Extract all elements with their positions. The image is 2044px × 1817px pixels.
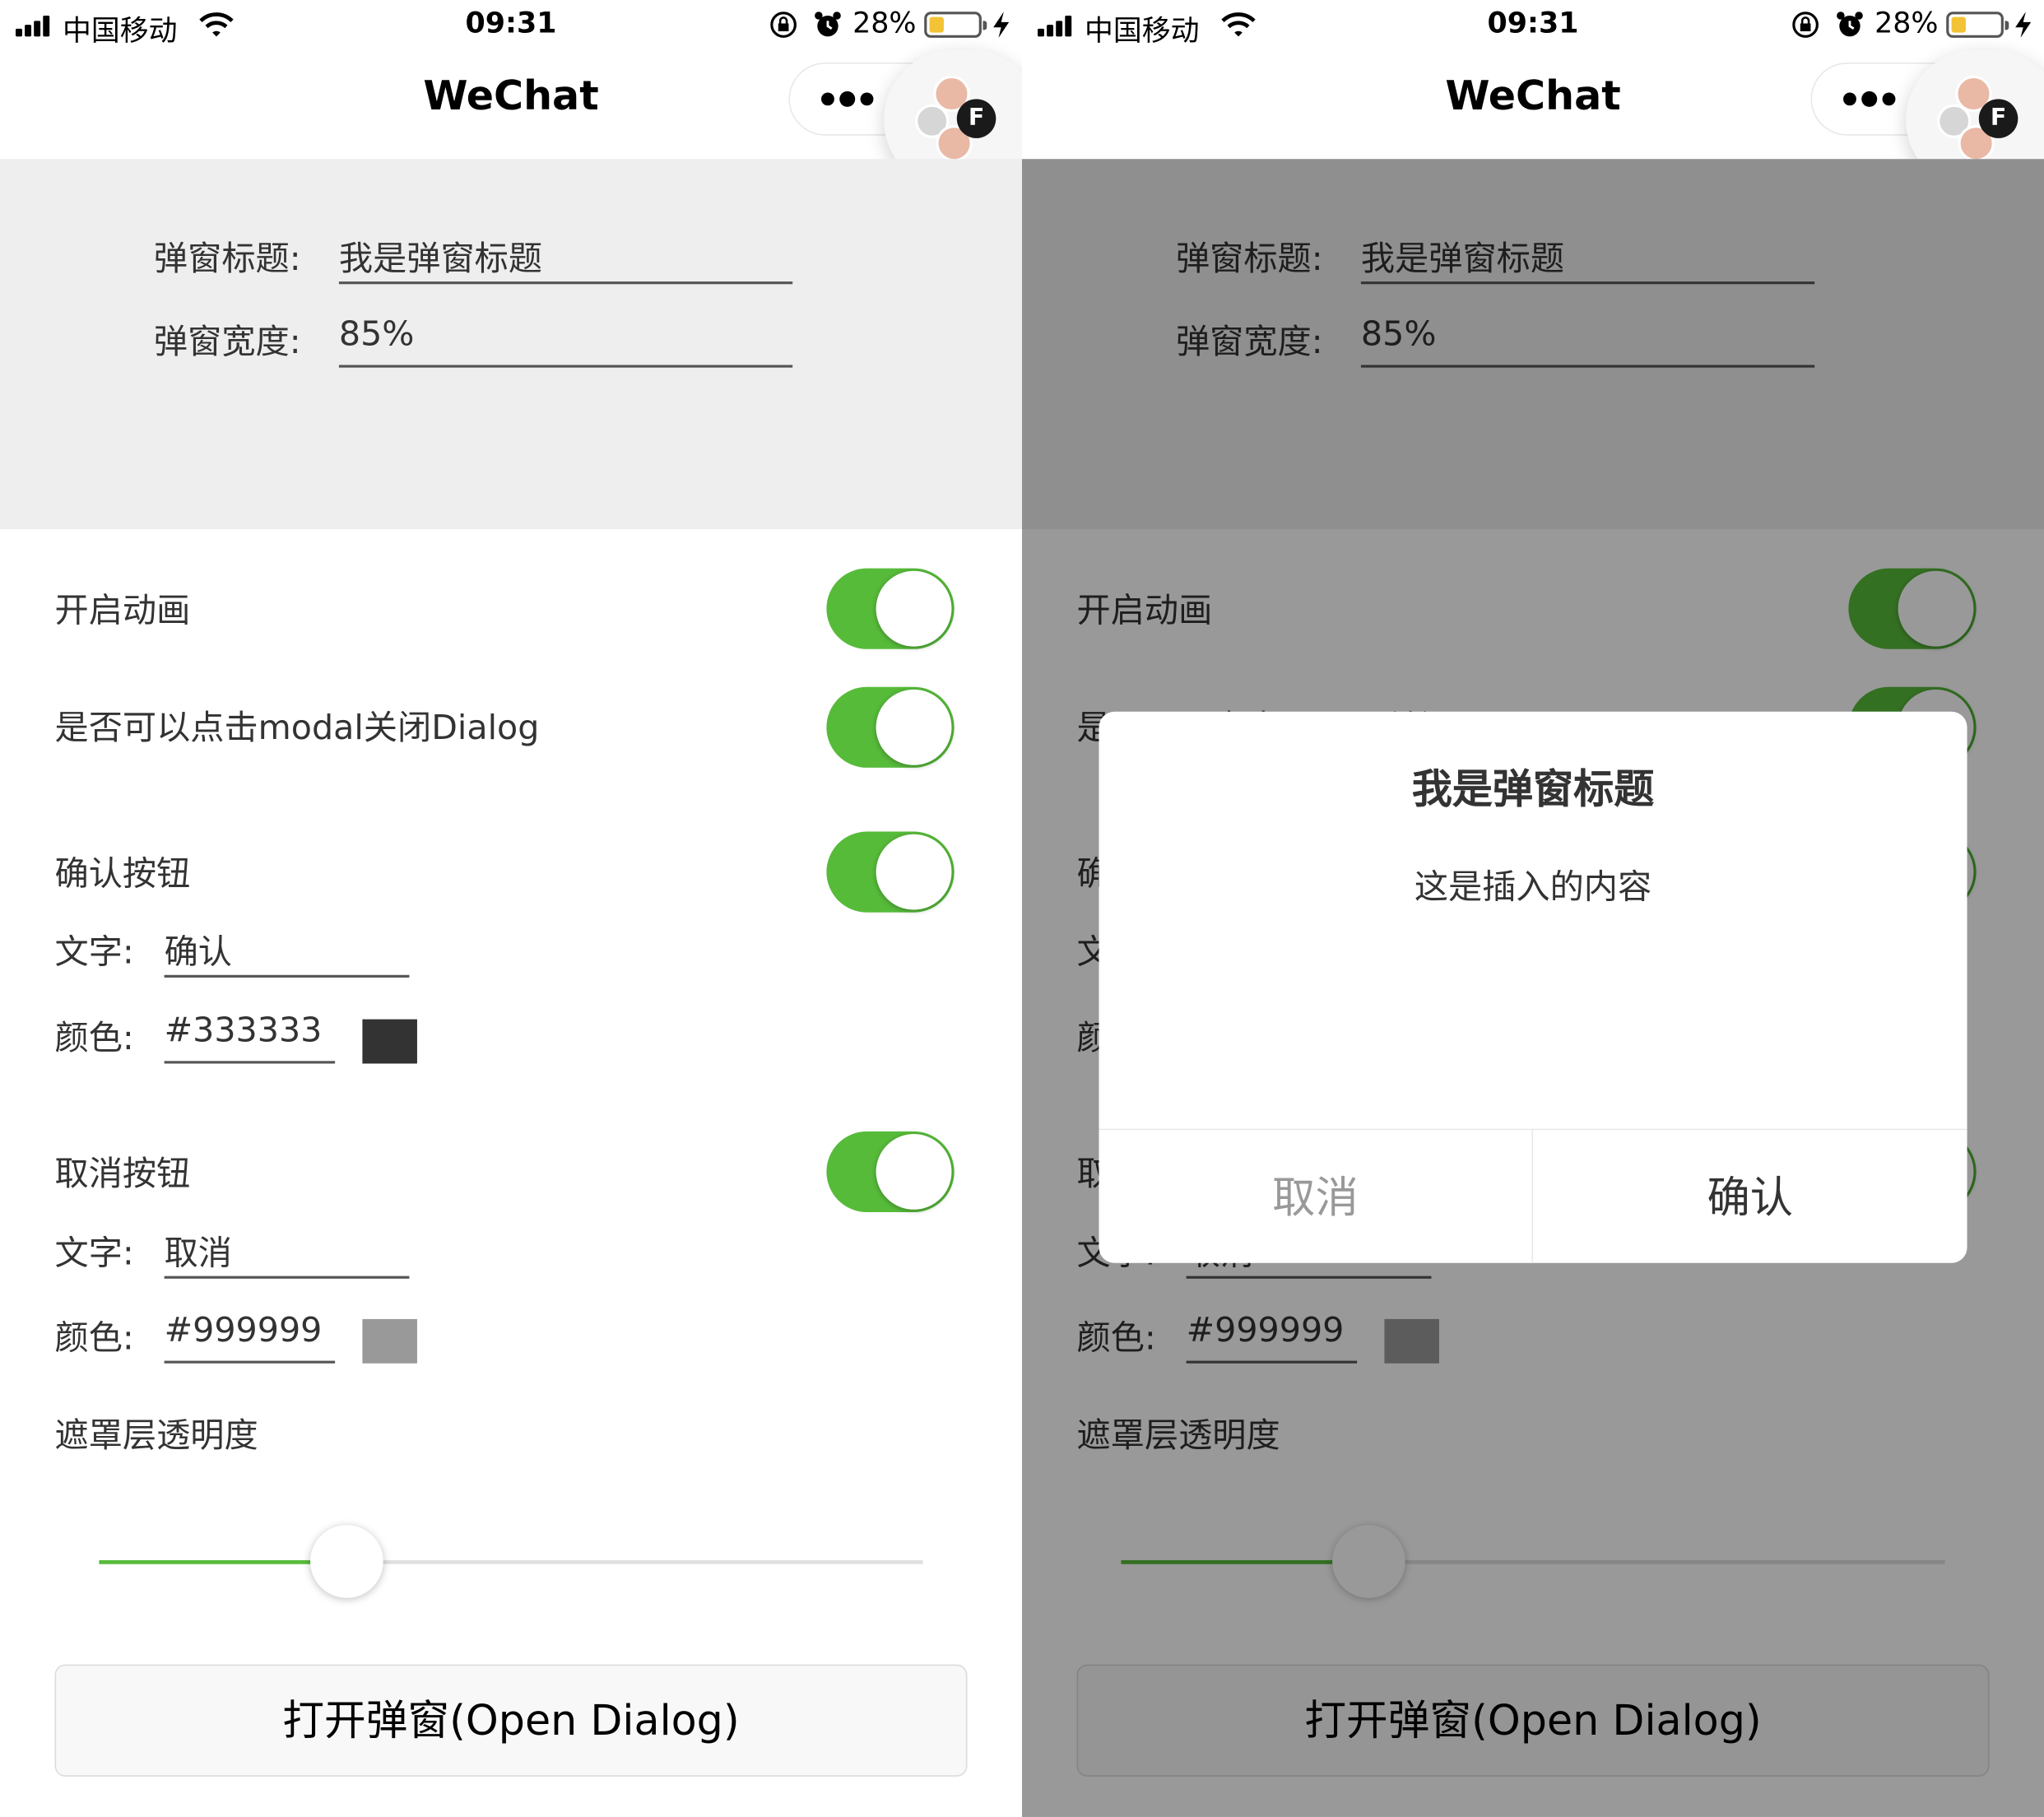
opacity-label: 遮罩层透明度: [54, 1416, 258, 1457]
battery-icon: [924, 12, 987, 38]
f-app-icon: F: [956, 99, 996, 138]
status-bar: 中国移动 09:31 28%: [1022, 0, 2044, 52]
cancel-color-input[interactable]: #999999: [164, 1311, 336, 1364]
dialog-actions: 取消 确认: [1099, 1128, 1967, 1263]
confirm-color-input[interactable]: #333333: [164, 1011, 336, 1064]
cancel-color-swatch: [362, 1318, 417, 1364]
width-input[interactable]: 85%: [338, 315, 793, 368]
phone-screen-settings: 中国移动 09:31 28% WeChat F 弹窗标题: 我是弹窗标题 弹窗宽…: [0, 0, 1023, 1817]
dialog-config-form: 弹窗标题: 我是弹窗标题 弹窗宽度: 85%: [0, 159, 1023, 530]
dialog: 我是弹窗标题 这是插入的内容 取消 确认: [1099, 711, 1967, 1263]
modal-close-label: 是否可以点击modal关闭Dialog: [54, 709, 540, 749]
cancel-text-input[interactable]: 取消: [164, 1226, 410, 1279]
confirm-text-input[interactable]: 确认: [164, 926, 410, 978]
confirm-button-label: 确认按钮: [54, 855, 191, 895]
animation-switch[interactable]: [826, 568, 955, 649]
cancel-switch[interactable]: [826, 1131, 955, 1213]
charging-icon: [993, 12, 1010, 38]
opacity-slider-thumb[interactable]: [309, 1525, 383, 1598]
cancel-color-label: 颜色:: [54, 1318, 134, 1359]
opacity-slider-fill: [99, 1559, 346, 1564]
dialog-cancel-button[interactable]: 取消: [1099, 1130, 1534, 1263]
cancel-text-label: 文字:: [54, 1234, 134, 1274]
opacity-slider[interactable]: [99, 1525, 923, 1598]
dialog-title: 我是弹窗标题: [1411, 766, 1655, 814]
battery-icon: [1946, 12, 2009, 38]
more-icon[interactable]: [821, 91, 874, 108]
charging-icon: [2015, 12, 2032, 38]
battery-percent: 28%: [852, 7, 917, 41]
confirm-color-swatch: [362, 1019, 417, 1064]
more-icon[interactable]: [1843, 91, 1896, 108]
confirm-text-label: 文字:: [54, 933, 134, 973]
dialog-content: 这是插入的内容: [1414, 867, 1652, 908]
modal-close-switch[interactable]: [826, 686, 955, 768]
dialog-confirm-button[interactable]: 确认: [1533, 1130, 1967, 1263]
open-dialog-button[interactable]: 打开弹窗(Open Dialog): [54, 1664, 968, 1777]
status-bar: 中国移动 09:31 28%: [0, 0, 1022, 52]
nav-bar: WeChat: [1022, 52, 2044, 160]
confirm-switch[interactable]: [826, 831, 955, 913]
title-label: 弹窗标题:: [153, 239, 301, 279]
cancel-button-label: 取消按钮: [54, 1155, 191, 1194]
animation-label: 开启动画: [54, 592, 191, 631]
width-label: 弹窗宽度:: [153, 323, 301, 363]
alarm-icon: [815, 12, 841, 37]
alarm-icon: [1837, 12, 1863, 37]
battery-percent: 28%: [1874, 7, 1939, 41]
confirm-color-label: 颜色:: [54, 1019, 134, 1059]
f-app-icon: F: [1978, 99, 2018, 138]
screen-lock-icon: [1792, 12, 1819, 38]
title-input[interactable]: 我是弹窗标题: [338, 232, 793, 285]
screen-lock-icon: [770, 12, 797, 38]
nav-bar: WeChat: [0, 52, 1023, 160]
